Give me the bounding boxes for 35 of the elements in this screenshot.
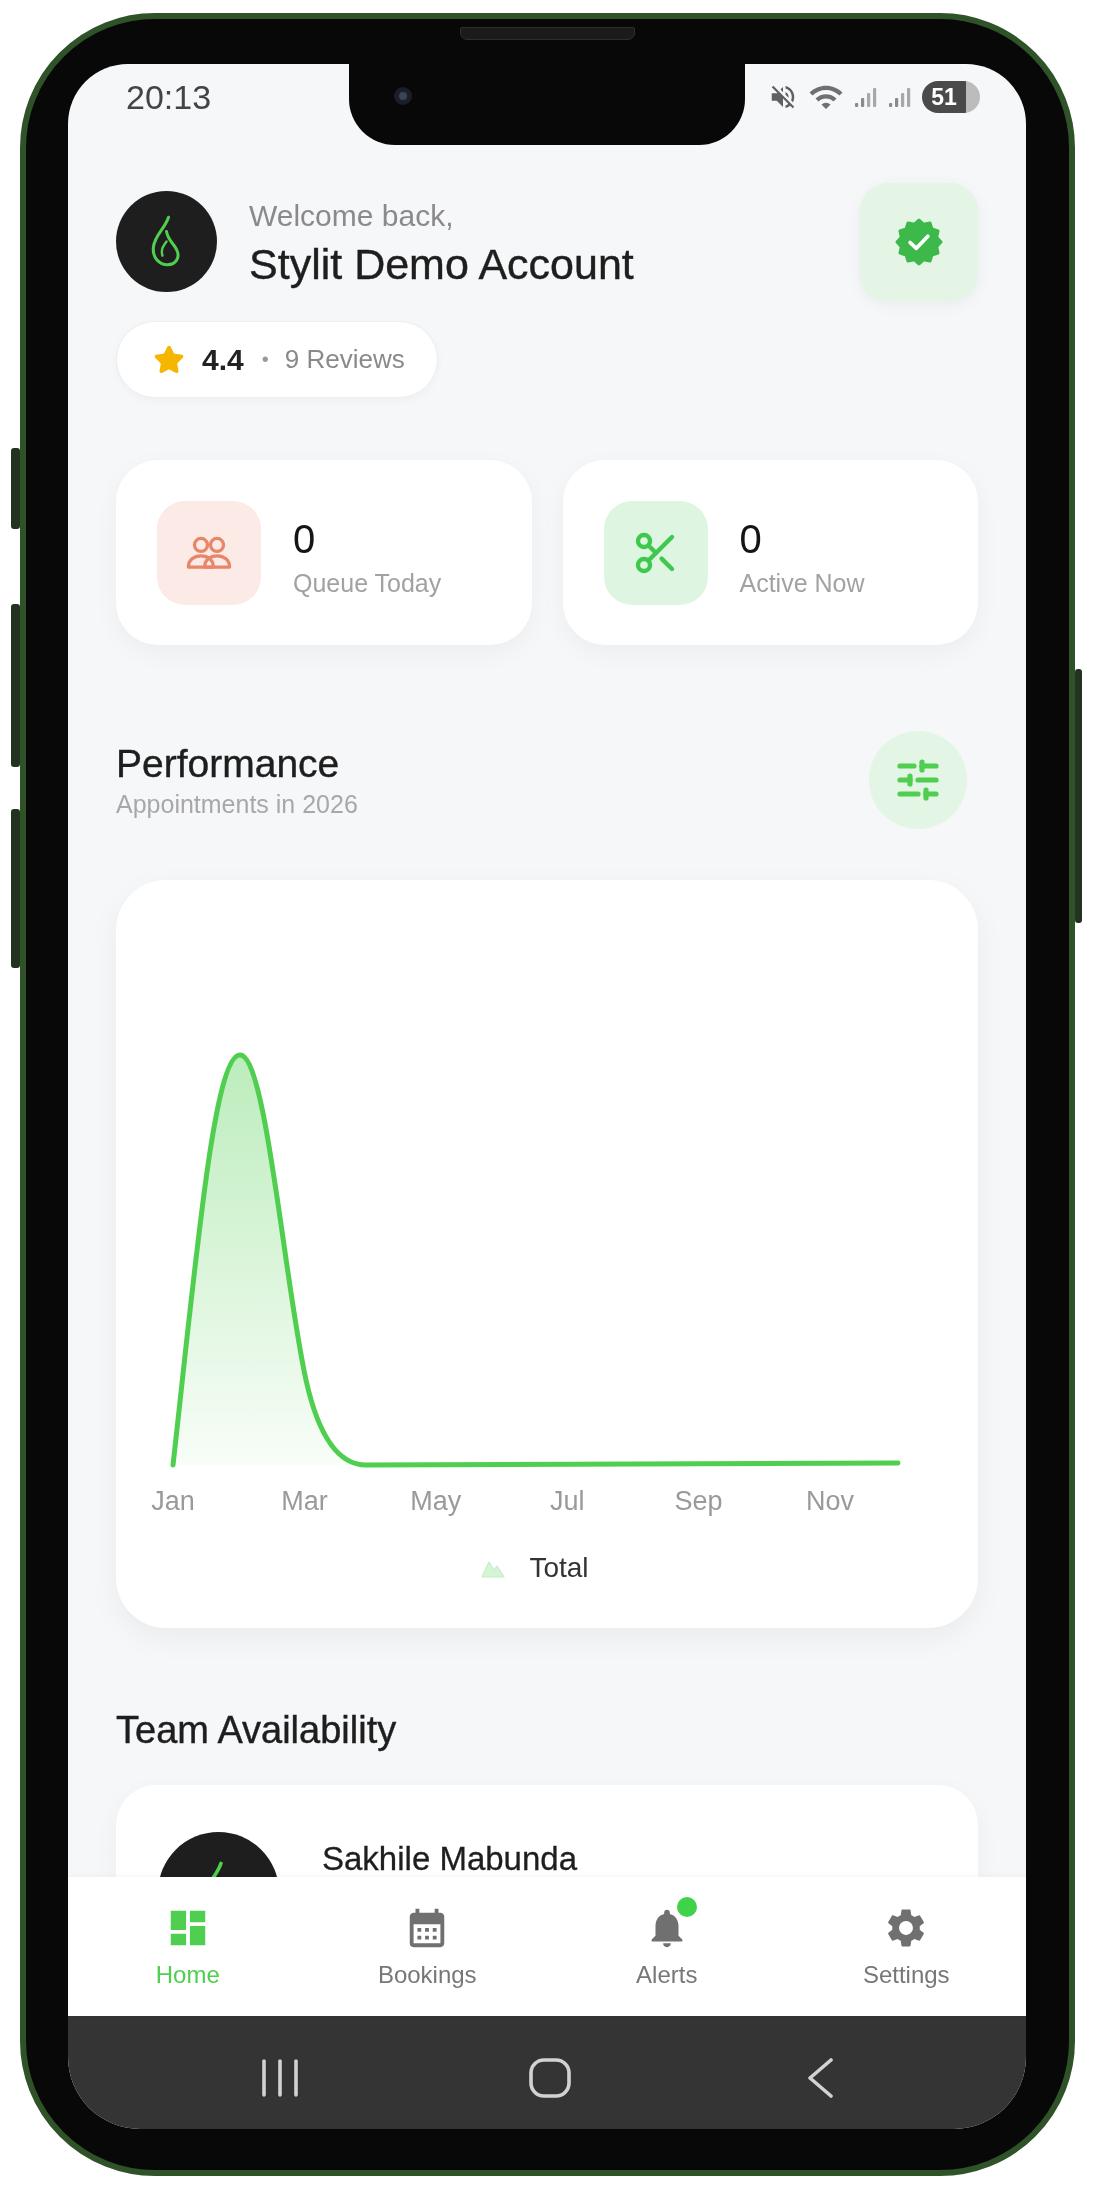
month-label: Nov xyxy=(806,1486,854,1516)
section-subtitle: Appointments in 2026 xyxy=(116,789,358,820)
rating-score: 4.4 xyxy=(202,342,244,377)
battery-indicator: 51 xyxy=(922,81,980,113)
month-label: Mar xyxy=(281,1486,328,1516)
section-title: Team Availability xyxy=(116,1708,398,1753)
stat-value: 0 xyxy=(293,515,317,563)
month-label: Jan xyxy=(151,1486,195,1516)
stat-value: 0 xyxy=(739,515,763,563)
section-title: Performance xyxy=(116,741,341,787)
stat-label: Active Now xyxy=(739,567,865,599)
greeting-text: Welcome back, xyxy=(249,197,455,234)
stat-label: Queue Today xyxy=(293,567,442,599)
verified-badge-icon xyxy=(895,217,943,266)
logo-avatar-icon xyxy=(116,191,217,292)
status-time: 20:13 xyxy=(126,77,212,117)
star-icon xyxy=(153,343,185,376)
camera-lens-icon xyxy=(394,87,412,105)
nav-tab[interactable]: Bookings xyxy=(377,1893,477,1990)
nav-tab[interactable]: Alerts xyxy=(634,1893,699,1990)
nav-tab[interactable]: Settings xyxy=(862,1893,950,1990)
review-count: 9 Reviews xyxy=(284,344,405,375)
signal-icon xyxy=(854,85,878,109)
month-label: Sep xyxy=(674,1486,723,1516)
separator-text: • xyxy=(261,348,269,371)
signal-icon xyxy=(888,85,912,109)
month-label: Jul xyxy=(549,1486,585,1516)
member-name: Sakhile Mabunda xyxy=(322,1842,577,1875)
legend-label: Total xyxy=(529,1552,589,1584)
recent-apps-icon[interactable] xyxy=(260,2059,300,2097)
sliders-icon xyxy=(894,756,942,804)
back-icon[interactable] xyxy=(806,2058,834,2098)
account-name: Stylit Demo Account xyxy=(249,238,635,290)
home-icon[interactable] xyxy=(529,2058,571,2098)
month-label: May xyxy=(410,1486,462,1516)
